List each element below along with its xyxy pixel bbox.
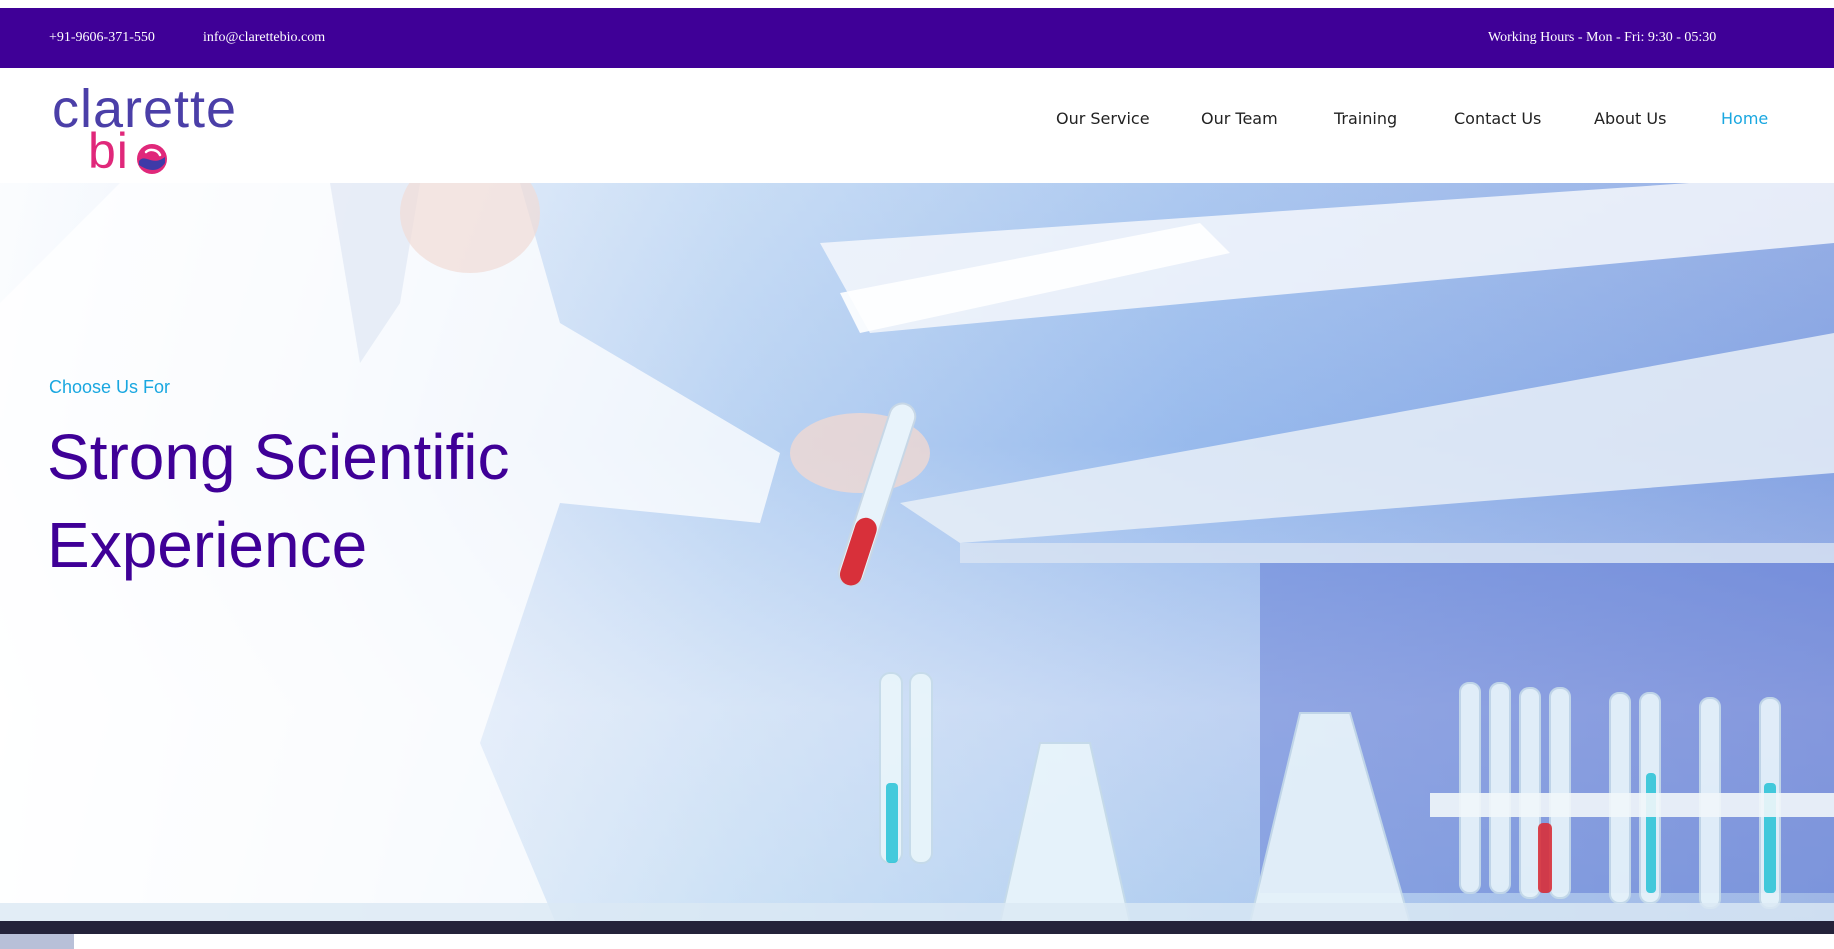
phone-number[interactable]: +91-9606-371-550: [49, 30, 155, 46]
working-hours: Working Hours - Mon - Fri: 9:30 - 05:30: [1488, 30, 1717, 45]
hero-kicker: Choose Us For: [49, 377, 171, 397]
nav-about-us[interactable]: About Us: [1594, 109, 1666, 128]
main-nav: Our Service Our Team Training Contact Us…: [0, 68, 1834, 183]
email-address[interactable]: info@clarettebio.com: [203, 30, 325, 46]
hero-banner: Choose Us For Strong Scientific Experien…: [0, 183, 1834, 933]
nav-our-team[interactable]: Our Team: [1201, 109, 1278, 128]
nav-contact-us[interactable]: Contact Us: [1454, 109, 1541, 128]
contact-topbar: +91-9606-371-550 info@clarettebio.com Wo…: [0, 8, 1834, 68]
page-continuation: [0, 934, 1834, 949]
nav-home[interactable]: Home: [1721, 109, 1768, 128]
nav-our-service[interactable]: Our Service: [1056, 109, 1150, 128]
nav-training[interactable]: Training: [1334, 109, 1397, 128]
site-header: clarette bi Our Service Our Team Trainin…: [0, 68, 1834, 183]
top-strip: [0, 0, 1834, 8]
hero-bottom-bar: [0, 921, 1834, 934]
section-tab-edge: [0, 934, 74, 949]
hero-title: Strong Scientific Experience: [47, 421, 510, 581]
